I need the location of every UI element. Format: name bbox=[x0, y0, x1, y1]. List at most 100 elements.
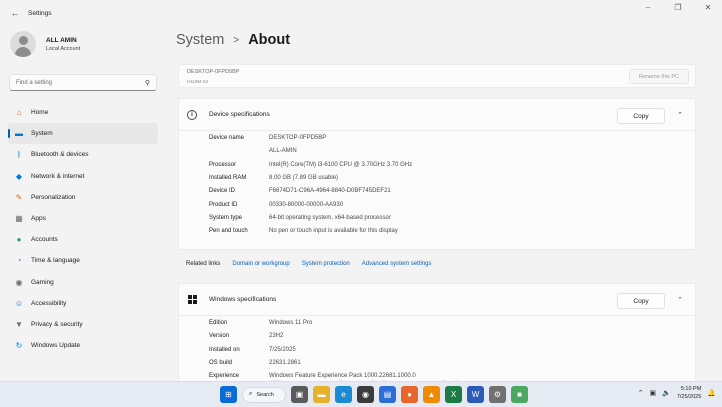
spec-label: Product ID bbox=[209, 201, 238, 208]
sidebar-item-apps[interactable]: ▦ Apps bbox=[8, 208, 158, 229]
store-icon[interactable]: ▤ bbox=[379, 386, 396, 403]
spec-label bbox=[209, 148, 269, 154]
window-controls: – ❐ ✕ bbox=[642, 3, 714, 12]
sidebar-item-time-language[interactable]: ◔ Time & language bbox=[8, 250, 158, 271]
spec-value[interactable]: Intel(R) Core(TM) i3-6100 CPU @ 3.70GHz … bbox=[269, 162, 412, 168]
avatar bbox=[10, 31, 36, 57]
settings-gear-icon[interactable]: ⚙ bbox=[489, 386, 506, 403]
spec-value[interactable]: F6674D71-C96A-4964-8840-D0BF745DEF21 bbox=[269, 188, 391, 194]
breadcrumb-parent[interactable]: System bbox=[176, 32, 224, 48]
related-links: Related links Domain or workgroup System… bbox=[178, 253, 696, 274]
taskbar-search[interactable]: ⌕ Search bbox=[242, 386, 286, 403]
task-view-icon[interactable]: ▣ bbox=[291, 386, 308, 403]
chevron-up-icon[interactable]: ⌃ bbox=[638, 389, 644, 397]
system-icon: ▬ bbox=[15, 129, 23, 139]
maximize-icon[interactable]: ❐ bbox=[672, 3, 684, 12]
search-icon: ⌕ bbox=[249, 391, 253, 397]
spec-value[interactable]: DESKTOP-0FPD5BP bbox=[269, 135, 326, 141]
gaming-icon: ◉ bbox=[15, 277, 23, 287]
spec-value[interactable]: 00330-80000-00000-AA930 bbox=[269, 202, 343, 208]
sidebar-item-bluetooth-devices[interactable]: ᛒ Bluetooth & devices bbox=[8, 144, 158, 165]
sidebar-item-label: Personalization bbox=[31, 193, 76, 201]
profile[interactable]: ALL AMIN Local Account bbox=[10, 31, 80, 57]
network-icon[interactable]: ▣ bbox=[649, 389, 656, 397]
pc-name: DESKTOP-0FPD5BP bbox=[187, 69, 240, 75]
notification-bell-icon[interactable]: 🔔 bbox=[707, 389, 716, 397]
sidebar-item-home[interactable]: ⌂ Home bbox=[8, 102, 158, 123]
spec-value[interactable]: 23H2 bbox=[269, 333, 283, 339]
app-icon[interactable]: ■ bbox=[511, 386, 528, 403]
sidebar-item-label: System bbox=[31, 130, 53, 138]
file-explorer-icon[interactable]: ▬ bbox=[313, 386, 330, 403]
main-content: System > About DESKTOP-0FPD5BP H110M-S2 … bbox=[176, 26, 708, 381]
device-specs-title: Device specifications bbox=[209, 111, 270, 118]
camera-icon[interactable]: ◉ bbox=[357, 386, 374, 403]
copy-windows-specs-button[interactable]: Copy bbox=[617, 293, 665, 309]
search-input[interactable]: Find a setting ⚲ bbox=[9, 74, 157, 91]
copy-device-specs-button[interactable]: Copy bbox=[617, 108, 665, 124]
spec-row: Installed RAM 8.00 GB (7.89 GB usable) bbox=[209, 175, 338, 181]
sidebar-item-network-internet[interactable]: ◆ Network & internet bbox=[8, 166, 158, 187]
word-icon[interactable]: W bbox=[467, 386, 484, 403]
spec-row: Pen and touch No pen or touch input is av… bbox=[209, 228, 398, 234]
link-advanced-system-settings[interactable]: Advanced system settings bbox=[362, 261, 432, 267]
close-icon[interactable]: ✕ bbox=[702, 3, 714, 12]
spec-value[interactable]: 64-bit operating system, x64-based proce… bbox=[269, 215, 391, 221]
vlc-icon[interactable]: ▲ bbox=[423, 386, 440, 403]
sidebar-item-accessibility[interactable]: ☺ Accessibility bbox=[8, 293, 158, 314]
excel-icon[interactable]: X bbox=[445, 386, 462, 403]
spec-row: Edition Windows 11 Pro bbox=[209, 320, 312, 326]
windows-logo-icon bbox=[187, 295, 197, 305]
sidebar-item-accounts[interactable]: ● Accounts bbox=[8, 229, 158, 250]
spec-row: Device name DESKTOP-0FPD5BP bbox=[209, 135, 326, 141]
sidebar-item-label: Bluetooth & devices bbox=[31, 151, 89, 159]
accessibility-icon: ☺ bbox=[14, 298, 24, 308]
spec-row: Installed on 7/25/2025 bbox=[209, 347, 296, 353]
chevron-up-icon[interactable]: ⌃ bbox=[677, 296, 683, 304]
edge-icon[interactable]: e bbox=[335, 386, 352, 403]
related-links-label: Related links bbox=[186, 260, 221, 267]
breadcrumb: System > About bbox=[176, 26, 708, 54]
clock[interactable]: 5:10 PM 7/25/2025 bbox=[677, 385, 701, 401]
firefox-icon[interactable]: ● bbox=[401, 386, 418, 403]
sidebar-item-system[interactable]: ▬ System bbox=[8, 123, 158, 145]
spec-value[interactable]: No pen or touch input is available for t… bbox=[269, 228, 398, 234]
search-icon: ⚲ bbox=[144, 79, 150, 87]
sidebar-item-personalization[interactable]: ✎ Personalization bbox=[8, 187, 158, 208]
sidebar-item-windows-update[interactable]: ↻ Windows Update bbox=[8, 335, 158, 356]
spec-row: ALL-AMIN bbox=[209, 148, 297, 154]
wifi-icon: ◆ bbox=[15, 171, 23, 181]
spec-value[interactable]: Windows 11 Pro bbox=[269, 320, 312, 326]
spec-value[interactable]: 22631.2861 bbox=[269, 360, 301, 366]
device-specs-header[interactable]: i Device specifications Copy ⌃ bbox=[178, 98, 696, 131]
spec-label: Edition bbox=[209, 320, 228, 326]
apps-icon: ▦ bbox=[15, 214, 23, 224]
sidebar-item-label: Time & language bbox=[31, 257, 80, 265]
page-title: About bbox=[248, 32, 291, 48]
link-domain-workgroup[interactable]: Domain or workgroup bbox=[232, 261, 289, 267]
spec-value[interactable]: ALL-AMIN bbox=[269, 148, 297, 154]
home-icon: ⌂ bbox=[16, 108, 22, 118]
windows-start-icon[interactable]: ⊞ bbox=[220, 386, 237, 403]
spec-value[interactable]: 7/25/2025 bbox=[269, 347, 296, 353]
sidebar-item-label: Privacy & security bbox=[31, 320, 83, 328]
spec-label: Device ID bbox=[209, 188, 236, 195]
spec-value[interactable]: 8.00 GB (7.89 GB usable) bbox=[269, 175, 338, 181]
sidebar-item-privacy-security[interactable]: ▼ Privacy & security bbox=[8, 314, 158, 335]
spec-label: Version bbox=[209, 333, 230, 340]
device-specs-body: Device name DESKTOP-0FPD5BP ALL-AMIN Proces… bbox=[178, 131, 696, 250]
sidebar-item-gaming[interactable]: ◉ Gaming bbox=[8, 272, 158, 293]
windows-specs-header[interactable]: Windows specifications Copy ⌃ bbox=[178, 283, 696, 316]
back-arrow-icon[interactable]: ← bbox=[4, 3, 26, 23]
rename-pc-button[interactable]: Rename this PC bbox=[629, 69, 689, 84]
volume-icon[interactable]: 🔈 bbox=[662, 389, 671, 397]
chevron-up-icon[interactable]: ⌃ bbox=[677, 111, 683, 119]
sidebar-item-label: Home bbox=[31, 109, 49, 117]
windows-update-icon: ↻ bbox=[15, 341, 23, 351]
spec-row: Version 23H2 bbox=[209, 333, 283, 339]
link-system-protection[interactable]: System protection bbox=[302, 261, 350, 267]
sidebar-item-label: Gaming bbox=[31, 278, 54, 286]
spec-label: Device name bbox=[209, 135, 245, 141]
minimize-icon[interactable]: – bbox=[642, 3, 654, 12]
globe-clock-icon: ◔ bbox=[16, 256, 22, 266]
